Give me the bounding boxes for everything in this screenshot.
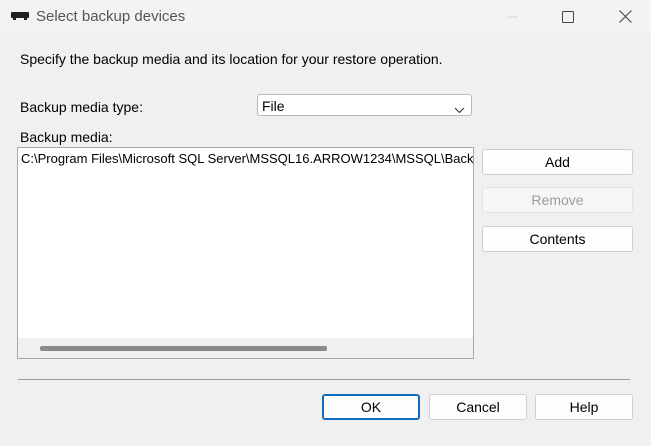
maximize-icon (562, 10, 574, 23)
horizontal-scrollbar[interactable] (18, 338, 473, 358)
minimize-icon (508, 12, 518, 22)
add-button[interactable]: Add (482, 149, 633, 175)
backup-tape-icon (10, 9, 30, 23)
backup-media-type-select[interactable]: File (257, 94, 472, 116)
backup-media-label: Backup media: (20, 129, 113, 145)
close-icon (618, 10, 632, 23)
backup-media-type-value: File (262, 98, 285, 114)
scrollbar-thumb[interactable] (40, 346, 327, 351)
minimize-button[interactable] (490, 0, 536, 33)
list-item[interactable]: C:\Program Files\Microsoft SQL Server\MS… (21, 151, 473, 166)
remove-button[interactable]: Remove (482, 187, 633, 213)
window-title: Select backup devices (36, 8, 186, 25)
title-bar[interactable]: Select backup devices (0, 0, 651, 33)
divider (18, 379, 630, 380)
backup-media-list[interactable]: C:\Program Files\Microsoft SQL Server\MS… (17, 147, 474, 359)
chevron-down-icon (454, 101, 465, 117)
maximize-button[interactable] (545, 0, 591, 33)
backup-media-type-label: Backup media type: (20, 99, 143, 115)
ok-button[interactable]: OK (322, 394, 420, 420)
instruction-text: Specify the backup media and its locatio… (20, 51, 443, 67)
help-button[interactable]: Help (535, 394, 633, 420)
contents-button[interactable]: Contents (482, 226, 633, 252)
close-button[interactable] (602, 0, 648, 33)
cancel-button[interactable]: Cancel (429, 394, 527, 420)
